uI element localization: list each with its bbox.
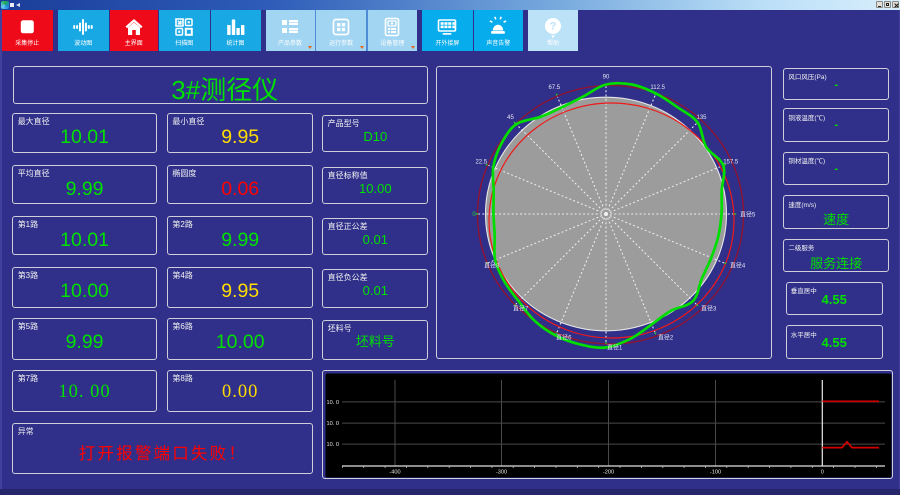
svg-text:直径7: 直径7: [513, 305, 529, 313]
svg-text:-100: -100: [710, 470, 721, 476]
svg-text:112.5: 112.5: [650, 85, 665, 91]
svg-text:-200: -200: [603, 470, 614, 476]
svg-text:10. 0: 10. 0: [327, 421, 339, 427]
svg-text:直径6: 直径6: [556, 333, 572, 341]
svg-text:0: 0: [821, 470, 824, 476]
svg-text:10. 0: 10. 0: [327, 400, 339, 406]
svg-text:10. 0: 10. 0: [327, 442, 339, 448]
svg-text:135: 135: [696, 115, 707, 121]
svg-text:0: 0: [472, 212, 476, 218]
svg-text:?: ?: [550, 21, 557, 33]
svg-text:直径3: 直径3: [701, 305, 717, 313]
svg-text:直径1: 直径1: [607, 344, 623, 352]
svg-text:直径4: 直径4: [730, 261, 746, 269]
svg-text:90: 90: [603, 75, 610, 81]
svg-text:-300: -300: [496, 470, 507, 476]
svg-text:-400: -400: [389, 470, 400, 476]
svg-text:67.5: 67.5: [548, 85, 560, 91]
svg-text:45: 45: [507, 115, 514, 121]
svg-text:22.5: 22.5: [475, 159, 487, 165]
svg-text:直径5: 直径5: [740, 211, 756, 219]
svg-text:157.5: 157.5: [723, 159, 739, 165]
svg-text:直径8: 直径8: [484, 261, 500, 269]
svg-text:直径2: 直径2: [658, 333, 674, 341]
